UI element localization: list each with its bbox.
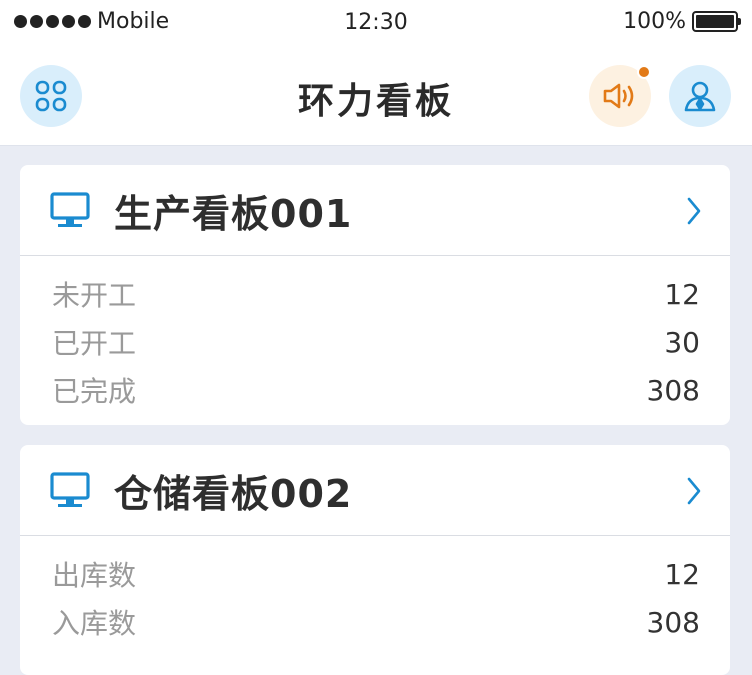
notification-badge bbox=[637, 65, 651, 79]
board-card[interactable]: 生产看板001 未开工 12 已开工 30 已完成 308 bbox=[20, 165, 730, 425]
menu-button[interactable] bbox=[20, 65, 82, 127]
card-title: 仓储看板002 bbox=[114, 471, 353, 516]
stat-row: 已完成 308 bbox=[52, 366, 700, 414]
monitor-icon bbox=[50, 472, 90, 507]
battery-icon bbox=[692, 11, 741, 32]
stat-label: 已完成 bbox=[52, 375, 137, 408]
status-bar: Mobile 12:30 100% bbox=[0, 0, 752, 46]
stat-value: 12 bbox=[664, 277, 700, 311]
chevron-right-icon[interactable] bbox=[684, 195, 704, 227]
grid-icon bbox=[35, 80, 67, 112]
card-header[interactable]: 生产看板001 bbox=[20, 165, 730, 256]
user-icon bbox=[684, 81, 716, 112]
carrier-label: Mobile bbox=[97, 9, 170, 34]
board-card[interactable]: 仓储看板002 出库数 12 入库数 308 bbox=[20, 445, 730, 675]
battery-group: 100% bbox=[623, 9, 741, 34]
carrier-group: Mobile bbox=[14, 9, 169, 34]
nav-bar: 环力看板 bbox=[0, 46, 752, 146]
battery-percent: 100% bbox=[623, 9, 686, 34]
stat-value: 308 bbox=[646, 605, 700, 639]
stat-list: 出库数 12 入库数 308 bbox=[20, 536, 730, 646]
monitor-icon bbox=[50, 192, 90, 227]
stat-label: 出库数 bbox=[52, 559, 137, 592]
card-header[interactable]: 仓储看板002 bbox=[20, 445, 730, 536]
stat-label: 已开工 bbox=[52, 327, 137, 360]
chevron-right-icon[interactable] bbox=[684, 475, 704, 507]
stat-row: 入库数 308 bbox=[52, 598, 700, 646]
profile-button[interactable] bbox=[669, 65, 731, 127]
stat-row: 出库数 12 bbox=[52, 550, 700, 598]
stat-label: 未开工 bbox=[52, 279, 137, 312]
stat-value: 30 bbox=[664, 325, 700, 359]
stat-value: 308 bbox=[646, 373, 700, 407]
card-title: 生产看板001 bbox=[114, 191, 353, 236]
speaker-icon bbox=[603, 83, 634, 109]
notification-button[interactable] bbox=[589, 65, 651, 127]
stat-row: 已开工 30 bbox=[52, 318, 700, 366]
stat-label: 入库数 bbox=[52, 607, 137, 640]
stat-list: 未开工 12 已开工 30 已完成 308 bbox=[20, 256, 730, 414]
stat-value: 12 bbox=[664, 557, 700, 591]
signal-icon bbox=[14, 15, 91, 28]
stat-row: 未开工 12 bbox=[52, 270, 700, 318]
